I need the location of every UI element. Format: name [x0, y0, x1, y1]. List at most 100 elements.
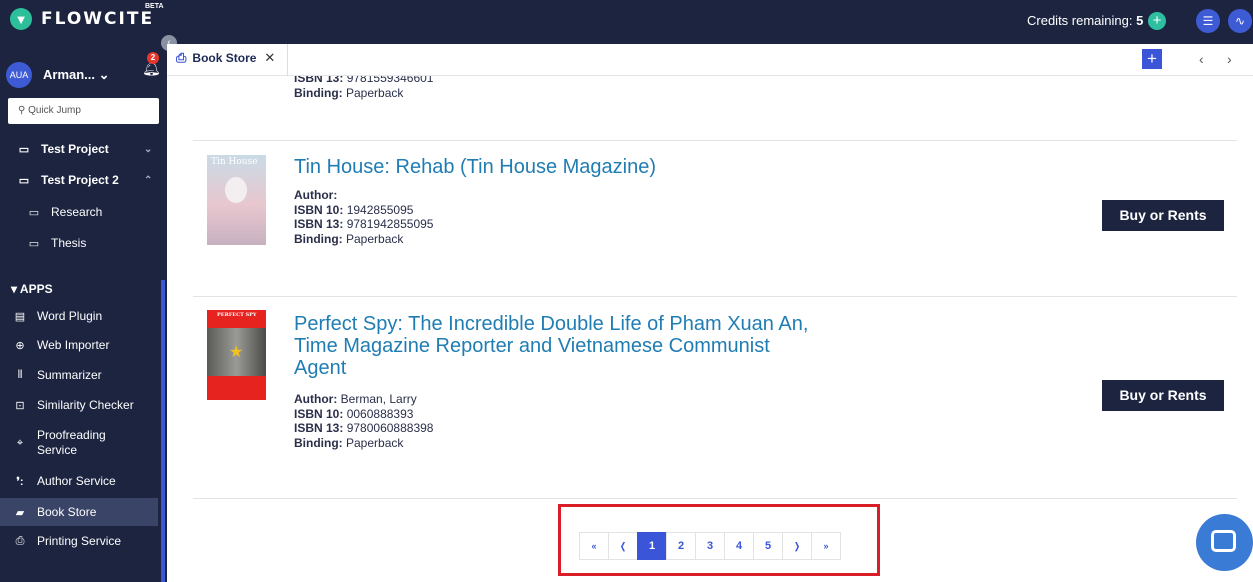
isbn13-label: ISBN 13: — [294, 76, 344, 85]
cover-band-bottom — [207, 376, 266, 400]
add-credits-button[interactable]: + — [1148, 12, 1166, 30]
page-button-3[interactable]: 3 — [695, 532, 725, 560]
sidebar-item-label: Test Project — [41, 142, 109, 156]
isbn13-label: ISBN 13: — [294, 217, 344, 231]
isbn10-label: ISBN 10: — [294, 202, 344, 217]
sidebar-item-test-project-2[interactable]: ▭ Test Project 2 ⌃ — [0, 166, 160, 194]
printer-icon: ⎙ — [176, 50, 187, 65]
proofreading-icon: ⌖ — [16, 436, 24, 449]
isbn13-row: ISBN 13: 9781559346601 — [294, 76, 433, 86]
globe-icon: ⊕ — [15, 339, 25, 352]
new-tab-button[interactable]: + — [1142, 49, 1162, 69]
book-title[interactable]: Tin House: Rehab (Tin House Magazine) — [294, 156, 656, 178]
page-button-4[interactable]: 4 — [724, 532, 754, 560]
cover-text: Tin House — [211, 157, 258, 167]
isbn13-value: 9780060888398 — [346, 421, 434, 435]
sidebar-item-label: Research — [51, 205, 103, 219]
sidebar-item-label: Word Plugin — [37, 309, 103, 323]
author-icon: ❜: — [16, 475, 24, 488]
quick-jump-input[interactable]: ⚲ Quick Jump — [8, 98, 159, 124]
logo[interactable]: ▼ FLOWCITE — [10, 8, 154, 30]
credits-label: Credits remaining: — [1027, 13, 1133, 28]
isbn10-label: ISBN 10: — [294, 406, 344, 421]
chat-launcher-button[interactable] — [1196, 514, 1253, 571]
buy-or-rent-button[interactable]: Buy or Rents — [1102, 200, 1224, 231]
sidebar-item-label-line2: Service — [37, 443, 78, 457]
partial-book-entry: ISBN 13: 9781559346601 Binding: Paperbac… — [294, 76, 433, 100]
book-icon: ▰ — [15, 506, 25, 519]
binding-label: Binding: — [294, 85, 343, 100]
book-meta: Author: Berman, Larry ISBN 10: 006088839… — [294, 392, 433, 450]
tab-book-store[interactable]: ⎙ Book Store ✕ — [176, 50, 275, 66]
buy-or-rent-button[interactable]: Buy or Rents — [1102, 380, 1224, 411]
sidebar-item-author-service[interactable]: ❜: Author Service — [0, 467, 160, 495]
page-button-1[interactable]: 1 — [637, 532, 667, 560]
close-icon[interactable]: ✕ — [264, 50, 275, 66]
search-icon: ⚲ — [18, 105, 26, 116]
first-page-button[interactable]: « — [579, 532, 609, 560]
page-button-2[interactable]: 2 — [666, 532, 696, 560]
credits-remaining: Credits remaining: 5 — [1027, 13, 1143, 28]
book-title-line1: Perfect Spy: The Incredible Double Life … — [294, 313, 809, 335]
isbn13-value: 9781942855095 — [346, 217, 434, 231]
page-button-5[interactable]: 5 — [753, 532, 783, 560]
sidebar-item-research[interactable]: ▭ Research — [0, 198, 160, 226]
divider — [193, 498, 1237, 499]
logo-text: FLOWCITE — [41, 9, 155, 29]
chevron-right-icon[interactable]: › — [1227, 51, 1232, 67]
prev-page-button[interactable]: ❬ — [608, 532, 638, 560]
last-page-button[interactable]: » — [811, 532, 841, 560]
sidebar-item-label: Test Project 2 — [41, 173, 119, 187]
sidebar-item-web-importer[interactable]: ⊕ Web Importer — [0, 331, 160, 359]
sidebar-item-label: Web Importer — [37, 338, 110, 352]
avatar: AUA — [6, 62, 32, 88]
isbn13-label: ISBN 13: — [294, 421, 344, 435]
isbn10-value: 0060888393 — [346, 406, 414, 421]
summarizer-icon: ⫴ — [17, 368, 23, 381]
binding-label: Binding: — [294, 231, 343, 246]
author-value: Berman, Larry — [340, 392, 417, 406]
sidebar-item-printing-service[interactable]: ⎙ Printing Service — [0, 527, 160, 555]
user-menu[interactable]: AUA Arman... ⌄ — [6, 62, 110, 88]
sidebar-item-word-plugin[interactable]: ▤ Word Plugin — [0, 302, 160, 330]
binding-value: Paperback — [346, 435, 404, 450]
chevron-up-icon[interactable]: ⌃ — [144, 175, 152, 186]
binding-row: Binding: Paperback — [294, 86, 433, 101]
graph-icon[interactable]: ∿ — [1228, 9, 1252, 33]
pagination: « ❬ 1 2 3 4 5 ❭ » — [579, 532, 841, 560]
sidebar-item-proofreading-service[interactable]: ⌖ Proofreading Service — [0, 425, 160, 461]
book-cover[interactable]: Tin House — [207, 155, 266, 245]
sidebar-item-label: Summarizer — [37, 368, 102, 382]
sidebar-item-label: Author Service — [37, 474, 116, 488]
cover-figure — [225, 177, 247, 203]
quick-jump-placeholder: Quick Jump — [28, 105, 81, 116]
chevron-left-icon[interactable]: ‹ — [1199, 51, 1204, 67]
isbn13-value: 9781559346601 — [346, 76, 434, 85]
sidebar-item-similarity-checker[interactable]: ⊡ Similarity Checker — [0, 391, 160, 419]
sidebar-item-thesis[interactable]: ▭ Thesis — [0, 229, 160, 257]
isbn10-row: ISBN 10: 1942855095 — [294, 203, 433, 218]
word-plugin-icon: ▤ — [14, 310, 26, 323]
binding-row: Binding: Paperback — [294, 436, 433, 451]
book-meta: Author: ISBN 10: 1942855095 ISBN 13: 978… — [294, 188, 433, 246]
binding-row: Binding: Paperback — [294, 232, 433, 247]
book-title-line3: Agent — [294, 357, 347, 379]
isbn13-row: ISBN 13: 9781942855095 — [294, 217, 433, 232]
sidebar-item-label: Proofreading Service — [37, 428, 106, 458]
divider — [193, 140, 1237, 141]
sidebar-item-book-store[interactable]: ▰ Book Store — [0, 498, 158, 526]
printer-icon: ⎙ — [15, 534, 25, 547]
book-title[interactable]: Perfect Spy: The Incredible Double Life … — [294, 313, 808, 379]
sidebar-item-label: Book Store — [37, 505, 97, 519]
sidebar-item-summarizer[interactable]: ⫴ Summarizer — [0, 361, 160, 389]
sidebar-scrollbar[interactable] — [161, 280, 165, 582]
apps-section-label[interactable]: ▾ APPS — [11, 282, 53, 296]
notification-badge: 2 — [147, 52, 159, 64]
star-icon: ★ — [229, 344, 244, 361]
book-cover[interactable]: PERFECT SPY ★ — [207, 310, 266, 400]
list-icon[interactable]: ☰ — [1196, 9, 1220, 33]
chevron-down-icon[interactable]: ⌄ — [144, 144, 152, 155]
next-page-button[interactable]: ❭ — [782, 532, 812, 560]
sidebar-item-test-project[interactable]: ▭ Test Project ⌄ — [0, 135, 160, 163]
tab-divider — [287, 44, 288, 76]
